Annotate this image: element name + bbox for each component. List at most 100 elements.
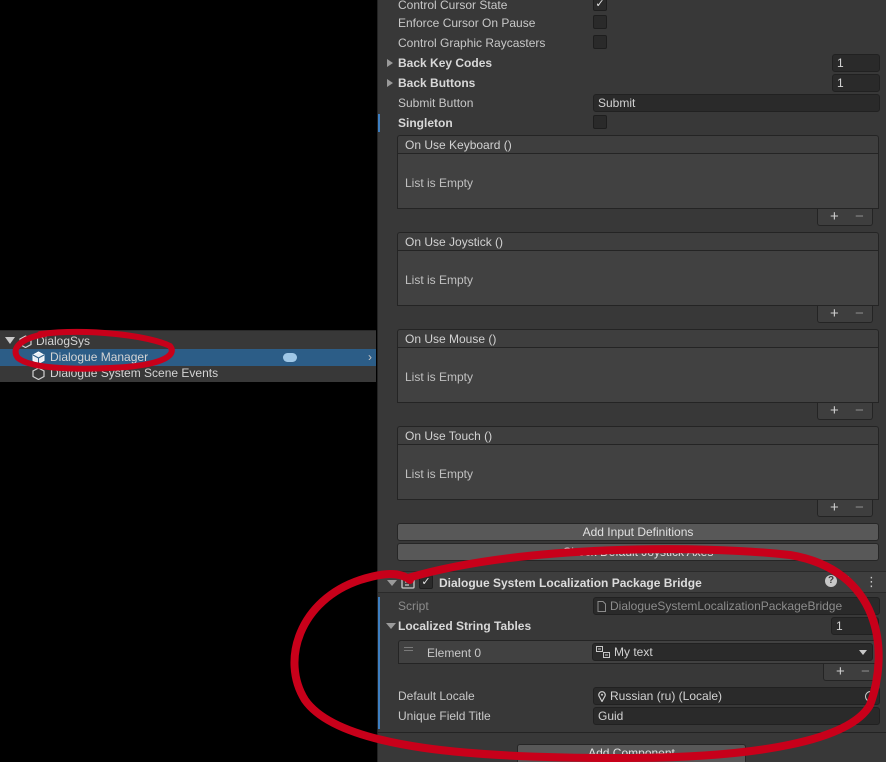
add-icon[interactable]: + [830,500,839,515]
script-reference-value: DialogueSystemLocalizationPackageBridge [610,599,843,613]
property-unique-field-title: Unique Field Title Guid [398,706,882,726]
script-reference-field: DialogueSystemLocalizationPackageBridge [593,597,880,615]
foldout-arrow-icon[interactable] [387,79,393,87]
event-on-use-mouse: On Use Mouse () List is Empty + − [397,329,879,420]
localized-string-field[interactable]: My text [592,643,873,661]
object-picker-icon[interactable] [865,691,876,702]
hierarchy-item-scene-events[interactable]: Dialogue System Scene Events [0,365,376,382]
remove-icon[interactable]: − [855,403,864,418]
dropdown-arrow-icon[interactable] [859,650,867,655]
help-icon[interactable]: ? [825,575,837,587]
cloud-icon [283,353,297,362]
localized-string-value: My text [614,645,653,659]
event-on-use-touch: On Use Touch () List is Empty + − [397,426,879,517]
default-locale-value: Russian (ru) (Locale) [610,689,723,703]
component-title: Dialogue System Localization Package Bri… [439,576,702,590]
property-label: Localized String Tables [398,619,532,633]
divider [378,732,886,733]
remove-icon[interactable]: − [861,664,870,679]
property-back-buttons[interactable]: Back Buttons 1 [387,73,882,93]
submit-button-field[interactable]: Submit [593,94,880,112]
check-joystick-axes-button[interactable]: Check Default Joystick Axes [397,543,879,561]
foldout-arrow-icon[interactable] [387,580,397,586]
event-title: On Use Keyboard () [397,135,879,154]
remove-icon[interactable]: − [855,500,864,515]
kebab-menu-icon[interactable]: ⋮ [865,574,878,590]
event-empty-text: List is Empty [397,154,879,209]
control-cursor-checkbox[interactable]: ✓ [593,0,607,11]
property-label: Control Graphic Raycasters [398,36,546,50]
add-input-definitions-button[interactable]: Add Input Definitions [397,523,879,541]
property-label: Back Buttons [398,76,476,90]
property-label: Default Locale [398,689,475,703]
add-component-button[interactable]: Add Component [517,744,746,762]
add-icon[interactable]: + [836,664,845,679]
foldout-arrow-icon[interactable] [387,59,393,67]
tables-size-field[interactable]: 1 [831,617,879,635]
property-label: Enforce Cursor On Pause [398,16,536,30]
remove-icon[interactable]: − [855,306,864,321]
component-enabled-checkbox[interactable]: ✓ [419,575,433,589]
gameobject-icon [32,351,45,364]
event-list-footer: + − [817,209,873,226]
remove-icon[interactable]: − [855,209,864,224]
property-default-locale: Default Locale Russian (ru) (Locale) [398,686,882,706]
unique-field-title-input[interactable]: Guid [593,707,880,725]
preset-icon[interactable]: + [844,572,853,589]
enforce-cursor-checkbox[interactable] [593,15,607,29]
event-empty-text: List is Empty [397,251,879,306]
add-icon[interactable]: + [830,209,839,224]
drag-handle-icon[interactable] [404,647,413,648]
event-on-use-joystick: On Use Joystick () List is Empty + − [397,232,879,323]
property-singleton: Singleton [398,113,882,133]
property-label: Singleton [398,116,453,130]
override-indicator [378,597,380,729]
event-title: On Use Joystick () [397,232,879,251]
add-icon[interactable]: + [830,306,839,321]
localized-string-icon [596,646,610,658]
property-enforce-cursor: Enforce Cursor On Pause [398,13,882,33]
script-component-icon [401,577,415,589]
property-script: Script DialogueSystemLocalizationPackage… [398,596,882,616]
script-file-icon [597,601,606,612]
list-element-0: Element 0 My text [398,640,880,664]
singleton-checkbox[interactable] [593,115,607,129]
property-label: Script [398,599,429,613]
location-pin-icon [598,691,606,702]
expand-arrow-icon[interactable] [5,337,15,344]
property-label: Submit Button [398,96,474,110]
event-on-use-keyboard: On Use Keyboard () List is Empty + − [397,135,879,226]
property-submit-button: Submit Button Submit [398,93,882,113]
event-title: On Use Mouse () [397,329,879,348]
chevron-right-icon[interactable]: › [368,350,372,364]
control-raycasters-checkbox[interactable] [593,35,607,49]
hierarchy-panel: DialogSys Dialogue Manager › Dialogue Sy… [0,330,376,382]
hierarchy-item-dialogsys[interactable]: DialogSys [0,333,376,350]
override-indicator [378,114,380,132]
back-buttons-size-field[interactable]: 1 [832,74,880,92]
property-control-raycasters: Control Graphic Raycasters [398,33,882,53]
back-key-codes-size-field[interactable]: 1 [832,54,880,72]
event-list-footer: + − [817,500,873,517]
hierarchy-item-label: Dialogue System Scene Events [50,366,219,380]
property-label: Control Cursor State [398,0,508,12]
list-footer: + − [823,664,879,681]
property-label: Back Key Codes [398,56,493,70]
hierarchy-item-dialogue-manager[interactable]: Dialogue Manager › [0,349,376,366]
property-back-key-codes[interactable]: Back Key Codes 1 [387,53,882,73]
hierarchy-item-label: DialogSys [36,334,91,348]
event-empty-text: List is Empty [397,348,879,403]
event-empty-text: List is Empty [397,445,879,500]
event-list-footer: + − [817,403,873,420]
gameobject-icon [32,367,45,380]
property-localized-string-tables[interactable]: Localized String Tables 1 [386,616,882,636]
hierarchy-item-label: Dialogue Manager [50,350,149,364]
element-label: Element 0 [427,646,482,660]
property-label: Unique Field Title [398,709,491,723]
event-list-footer: + − [817,306,873,323]
event-title: On Use Touch () [397,426,879,445]
component-header[interactable]: ✓ Dialogue System Localization Package B… [378,571,886,593]
foldout-arrow-icon[interactable] [386,623,396,629]
default-locale-field[interactable]: Russian (ru) (Locale) [593,687,880,705]
add-icon[interactable]: + [830,403,839,418]
